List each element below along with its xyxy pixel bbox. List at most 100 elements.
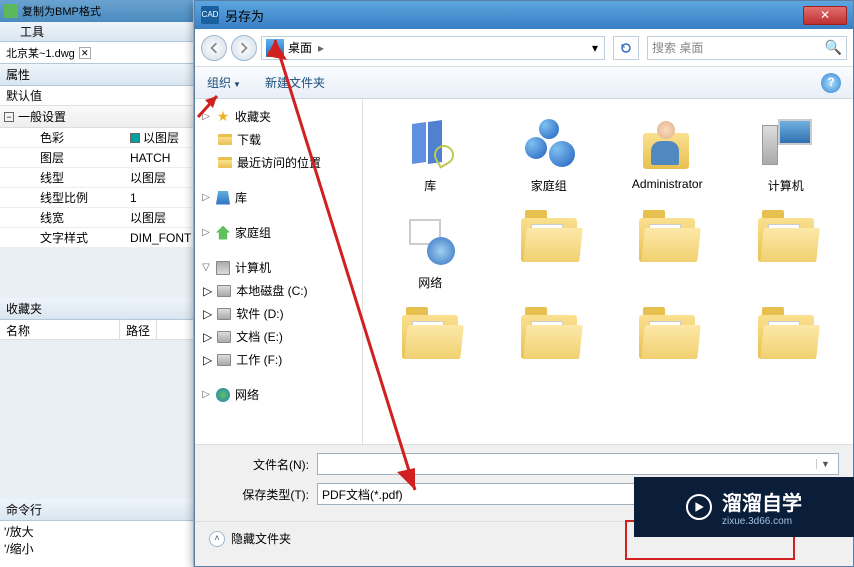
property-row[interactable]: 线型以图层 (0, 168, 193, 188)
file-item[interactable]: 计算机 (729, 109, 844, 198)
titlebar-hint: 复制为BMP格式 (22, 3, 101, 19)
tree-network[interactable]: ▷ 网络 (199, 383, 358, 406)
cad-titlebar: 复制为BMP格式 (0, 0, 193, 22)
col-path[interactable]: 路径 (120, 320, 157, 339)
favorites-header: 收藏夹 (0, 298, 193, 320)
dialog-title: 另存为 (225, 6, 264, 25)
search-placeholder: 搜索 桌面 (652, 39, 703, 56)
file-item[interactable] (610, 206, 725, 295)
file-item[interactable] (729, 303, 844, 375)
expand-icon[interactable]: ▷ (201, 192, 211, 203)
file-item[interactable] (373, 303, 488, 375)
general-settings-section[interactable]: − 一般设置 (0, 106, 193, 128)
property-row[interactable]: 线宽以图层 (0, 208, 193, 228)
disk-icon (216, 306, 232, 322)
command-header: 命令行 (0, 499, 193, 521)
help-button[interactable]: ? (821, 73, 841, 93)
favorites-columns: 名称 路径 (0, 320, 193, 340)
tree-disk-c[interactable]: ▷ 本地磁盘 (C:) (199, 279, 358, 302)
col-name[interactable]: 名称 (0, 320, 120, 339)
filetype-value: PDF文档(*.pdf) (322, 486, 403, 503)
play-icon (686, 494, 712, 520)
folder-icon (635, 307, 699, 367)
expand-icon[interactable]: ▷ (203, 307, 212, 321)
computer-icon (215, 260, 231, 276)
file-item[interactable] (610, 303, 725, 375)
refresh-icon (619, 41, 633, 55)
filename-row: 文件名(N): ▼ (209, 453, 839, 475)
back-button[interactable] (201, 35, 227, 61)
tree-favorites[interactable]: ▷ ★ 收藏夹 (199, 105, 358, 128)
file-tab[interactable]: 北京某~1.dwg ✕ (0, 42, 193, 64)
tree-downloads[interactable]: 下载 (199, 128, 358, 151)
location-dropdown[interactable]: ▾ (586, 41, 604, 55)
file-item[interactable]: 家庭组 (492, 109, 607, 198)
folder-icon (517, 307, 581, 367)
expand-icon[interactable]: ▷ (201, 389, 211, 400)
expand-icon[interactable]: ▷ (203, 284, 212, 298)
location-bar[interactable]: 桌面 ▸ ▾ (261, 36, 605, 60)
properties-table: 色彩以图层图层HATCH线型以图层线型比例1线宽以图层文字样式DIM_FONT (0, 128, 193, 248)
file-area[interactable]: 库家庭组Administrator计算机网络 (363, 99, 853, 444)
tree-homegroup[interactable]: ▷ 家庭组 (199, 221, 358, 244)
expand-icon[interactable]: ▷ (203, 353, 212, 367)
chevron-down-icon[interactable]: ▼ (816, 459, 834, 469)
file-item[interactable]: Administrator (610, 109, 725, 198)
properties-default[interactable]: 默认值 (0, 86, 193, 106)
close-button[interactable]: ✕ (803, 6, 847, 25)
chevron-right-icon[interactable]: ▸ (312, 41, 330, 55)
tree-library[interactable]: ▷ 库 (199, 186, 358, 209)
expand-icon[interactable]: ▷ (201, 111, 211, 122)
folder-icon (754, 307, 818, 367)
file-item[interactable]: 网络 (373, 206, 488, 295)
folder-icon (754, 210, 818, 270)
properties-header: 属性 (0, 64, 193, 86)
collapse-icon[interactable]: − (4, 112, 14, 122)
cmd-line-1: '/缩小 (4, 540, 189, 557)
search-icon: 🔍 (825, 39, 842, 56)
search-input[interactable]: 搜索 桌面 🔍 (647, 36, 847, 60)
file-tab-label: 北京某~1.dwg (6, 45, 75, 61)
collapse-icon[interactable]: ▽ (201, 262, 211, 273)
network-icon (215, 387, 231, 403)
lib-icon (398, 113, 462, 173)
cad-icon: CAD (201, 6, 219, 24)
new-folder-button[interactable]: 新建文件夹 (265, 74, 325, 91)
expand-icon[interactable]: ▷ (201, 227, 211, 238)
tree-disk-e[interactable]: ▷ 文档 (E:) (199, 325, 358, 348)
file-item[interactable]: 库 (373, 109, 488, 198)
forward-button[interactable] (231, 35, 257, 61)
tree-disk-d[interactable]: ▷ 软件 (D:) (199, 302, 358, 325)
command-body[interactable]: '/放大 '/缩小 (0, 521, 193, 567)
recent-icon (217, 155, 233, 171)
library-icon (215, 190, 231, 206)
watermark: 溜溜自学 zixue.3d66.com (634, 477, 854, 537)
property-row[interactable]: 线型比例1 (0, 188, 193, 208)
organize-button[interactable]: 组织▼ (207, 74, 241, 91)
property-row[interactable]: 图层HATCH (0, 148, 193, 168)
file-item[interactable] (492, 206, 607, 295)
expand-icon[interactable]: ▷ (203, 330, 212, 344)
disk-icon (216, 283, 232, 299)
tree-disk-f[interactable]: ▷ 工作 (F:) (199, 348, 358, 371)
filename-label: 文件名(N): (209, 456, 317, 473)
filename-input[interactable]: ▼ (317, 453, 839, 475)
forward-icon (238, 42, 250, 54)
file-item[interactable] (492, 303, 607, 375)
close-icon[interactable]: ✕ (79, 47, 91, 59)
toolbar: 组织▼ 新建文件夹 ? (195, 67, 853, 99)
property-row[interactable]: 文字样式DIM_FONT (0, 228, 193, 248)
chevron-up-icon[interactable]: ˄ (209, 531, 225, 547)
net-icon (398, 210, 462, 270)
refresh-button[interactable] (613, 36, 639, 60)
tree-computer[interactable]: ▽ 计算机 (199, 256, 358, 279)
menu-bar[interactable]: 工具 (0, 22, 193, 42)
file-item[interactable] (729, 206, 844, 295)
dialog-body: ▷ ★ 收藏夹 下载 最近访问的位置 ▷ 库 ▷ 家庭组 (195, 99, 853, 444)
tree-recent[interactable]: 最近访问的位置 (199, 151, 358, 174)
watermark-sub: zixue.3d66.com (722, 516, 802, 527)
dialog-titlebar[interactable]: CAD 另存为 ✕ (195, 1, 853, 29)
file-grid: 库家庭组Administrator计算机网络 (373, 109, 843, 375)
property-row[interactable]: 色彩以图层 (0, 128, 193, 148)
menu-tool[interactable]: 工具 (20, 23, 44, 40)
